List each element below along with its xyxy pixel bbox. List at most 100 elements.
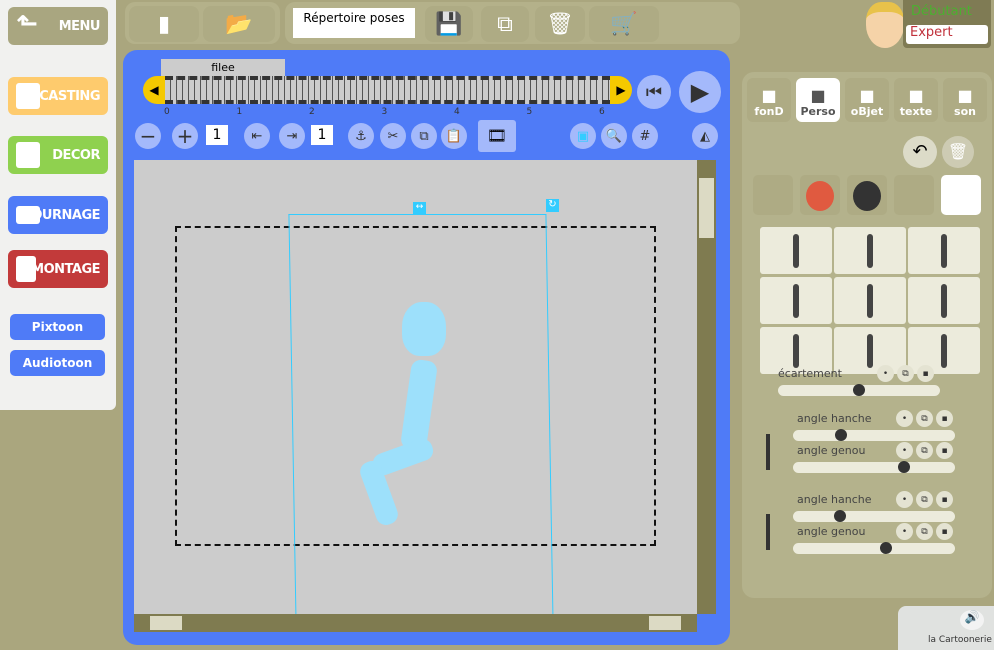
- pose-figure: [867, 283, 873, 318]
- copy-button[interactable]: ⧉: [916, 523, 933, 540]
- paste-button[interactable]: ▪: [917, 365, 934, 382]
- menu-button[interactable]: ⬑ MENU: [8, 7, 108, 45]
- reset-button[interactable]: •: [896, 410, 913, 427]
- slider-label: angle genou: [797, 444, 866, 457]
- track-label: filee: [161, 59, 285, 76]
- casting-button[interactable]: CASTING: [8, 77, 108, 115]
- magnifier-button[interactable]: 🔍: [601, 123, 627, 149]
- sound-icon[interactable]: 🔊: [960, 610, 984, 630]
- paste-button[interactable]: ▪: [936, 410, 953, 427]
- magnifier-icon: 🔍: [605, 128, 623, 144]
- cut-button[interactable]: ✂: [380, 123, 406, 149]
- anchor-button[interactable]: ⚓: [348, 123, 374, 149]
- zoom-value[interactable]: 1: [206, 125, 228, 145]
- play-button[interactable]: ▶: [679, 71, 721, 113]
- slider-track[interactable]: [778, 384, 940, 396]
- tab-fond[interactable]: ■ fonD: [747, 78, 791, 122]
- audiotoon-button[interactable]: Audiotoon: [10, 350, 105, 376]
- slider-label: angle hanche: [797, 412, 872, 425]
- pose-thumbnail[interactable]: [908, 227, 980, 274]
- undo-button[interactable]: ↶: [903, 136, 937, 168]
- open-folder-button[interactable]: 📂: [203, 6, 275, 42]
- copy-button[interactable]: ⧉: [916, 410, 933, 427]
- step-value[interactable]: 1: [311, 125, 333, 145]
- save-button[interactable]: 💾: [425, 6, 473, 42]
- horizontal-scrollbar[interactable]: [134, 614, 697, 632]
- level-beginner[interactable]: Débutant: [911, 4, 972, 19]
- pose-figure: [941, 283, 947, 318]
- slider-knob[interactable]: [853, 384, 865, 396]
- pose-thumbnail[interactable]: [834, 227, 906, 274]
- poses-directory-field[interactable]: Répertoire poses: [293, 8, 415, 38]
- save-copy-button[interactable]: ⧉: [481, 6, 529, 42]
- slider-track[interactable]: [793, 461, 955, 473]
- copy-button[interactable]: ⧉: [916, 442, 933, 459]
- copy-button[interactable]: ⧉: [916, 491, 933, 508]
- zoom-in-button[interactable]: +: [172, 123, 198, 149]
- montage-button[interactable]: MONTAGE: [8, 250, 108, 288]
- timeline-right-button[interactable]: ▶: [610, 76, 632, 104]
- paste-button[interactable]: ▪: [936, 523, 953, 540]
- paste-button[interactable]: 📋: [441, 123, 467, 149]
- resize-handle[interactable]: ↔: [413, 202, 426, 214]
- timeline-left-button[interactable]: ◀: [143, 76, 165, 104]
- pose-thumbnail[interactable]: [760, 277, 832, 324]
- tab-son[interactable]: ■ son: [943, 78, 987, 122]
- slider-knob[interactable]: [880, 542, 892, 554]
- tab-objet[interactable]: ■ oBjet: [845, 78, 889, 122]
- delete-button[interactable]: 🗑: [535, 6, 585, 42]
- delete-pose-button[interactable]: 🗑: [942, 136, 974, 168]
- face-select-dark[interactable]: [847, 175, 887, 215]
- slider-track[interactable]: [793, 429, 955, 441]
- face-select-red[interactable]: [800, 175, 840, 215]
- film-view-button[interactable]: 🎞: [478, 120, 516, 152]
- file-icon: ▮: [157, 11, 171, 37]
- slider-track[interactable]: [793, 542, 955, 554]
- pixtoon-button[interactable]: Pixtoon: [10, 314, 105, 340]
- zoom-out-button[interactable]: −: [135, 123, 161, 149]
- slider-track[interactable]: [793, 510, 955, 522]
- pose-thumbnail[interactable]: [908, 277, 980, 324]
- new-file-button[interactable]: ▮: [129, 6, 199, 42]
- slider-knob[interactable]: [833, 510, 846, 522]
- tournage-button[interactable]: TOURNAGE: [8, 196, 108, 234]
- tab-perso[interactable]: ■ Perso: [796, 78, 840, 122]
- move-frame-right-button[interactable]: ⇥: [279, 123, 305, 149]
- rewind-button[interactable]: ⏮: [637, 75, 671, 109]
- cart-button[interactable]: 🛒: [589, 6, 659, 42]
- level-expert[interactable]: Expert: [906, 25, 988, 44]
- slider-knob[interactable]: [835, 429, 847, 441]
- copy-button[interactable]: ⧉: [897, 365, 914, 382]
- onion-skin-button[interactable]: ◭: [692, 123, 718, 149]
- timeline-tick: 1: [236, 107, 243, 117]
- character-head[interactable]: [402, 302, 446, 356]
- reset-button[interactable]: •: [877, 365, 894, 382]
- slider-knob[interactable]: [898, 461, 910, 473]
- limb-select-legs[interactable]: [941, 175, 981, 215]
- house-icon: [16, 142, 40, 168]
- vertical-scrollbar[interactable]: [697, 160, 716, 614]
- pose-thumbnail[interactable]: [834, 277, 906, 324]
- house-icon: ■: [761, 86, 777, 105]
- decor-button[interactable]: DECOR: [8, 136, 108, 174]
- paste-button[interactable]: ▪: [936, 491, 953, 508]
- pose-thumbnail[interactable]: [834, 327, 906, 374]
- pose-toolbar: Répertoire poses 💾 ⧉ 🗑 🛒: [285, 2, 740, 44]
- stage-canvas[interactable]: ↔ ↻: [134, 160, 697, 614]
- paste-button[interactable]: ▪: [936, 442, 953, 459]
- editor-panel: filee ◀ ▶ 0123456 ⏮ ▶ − + 1 ⇤ ⇥ 1 ⚓ ✂ ⧉ …: [123, 50, 730, 645]
- tab-texte[interactable]: ■ texte: [894, 78, 938, 122]
- limb-select-arms[interactable]: [894, 175, 934, 215]
- rotate-handle[interactable]: ↻: [546, 199, 559, 212]
- grid-toggle-button[interactable]: #: [632, 123, 658, 149]
- selection-frame-button[interactable]: ▣: [570, 123, 596, 149]
- timeline-filmstrip[interactable]: [165, 76, 610, 104]
- limb-select-body[interactable]: [753, 175, 793, 215]
- timeline-tick: 6: [599, 107, 605, 117]
- reset-button[interactable]: •: [896, 491, 913, 508]
- move-frame-left-button[interactable]: ⇤: [244, 123, 270, 149]
- reset-button[interactable]: •: [896, 523, 913, 540]
- reset-button[interactable]: •: [896, 442, 913, 459]
- copy-button[interactable]: ⧉: [411, 123, 437, 149]
- pose-thumbnail[interactable]: [760, 227, 832, 274]
